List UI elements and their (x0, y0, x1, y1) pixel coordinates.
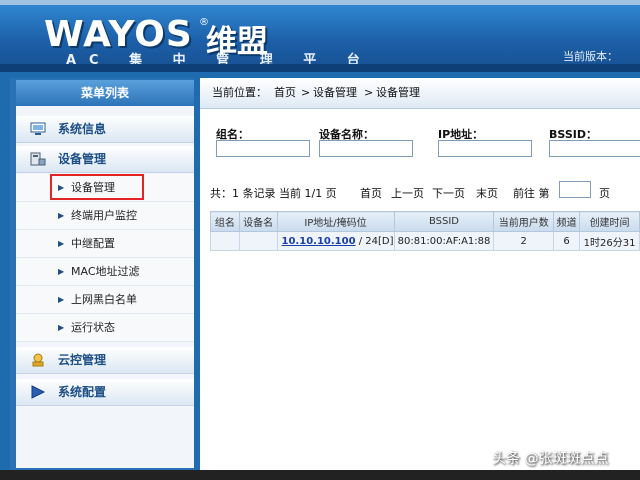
bottom-bar (0, 470, 640, 480)
sidebar-inner: 菜单列表 系统信息 设备管理 ▶ 设备管理 ▶ 终端用户监控 ▶ 中继配置 ▶ … (16, 80, 194, 468)
pager-prev-link[interactable]: 上一页 (391, 185, 424, 201)
column-header[interactable]: 当前用户数 (493, 211, 555, 232)
ip-mask: / 24[D] (355, 235, 394, 247)
pager-last-link[interactable]: 末页 (476, 185, 498, 201)
sidebar-item-run-status[interactable]: ▶ 运行状态 (16, 314, 194, 342)
column-header[interactable]: IP地址/掩码位 (276, 211, 395, 232)
pager-summary: 共：1 条记录 当前 1/1 页 (210, 187, 337, 200)
cell-created: 1时26分31 (579, 231, 640, 251)
column-header[interactable]: 组名 (210, 211, 240, 232)
sidebar-group-system-config[interactable]: 系统配置 (16, 379, 194, 406)
breadcrumb-separator: > (301, 86, 311, 99)
bullet-arrow-icon: ▶ (58, 211, 65, 220)
sidebar-item-mac-filter[interactable]: ▶ MAC地址过滤 (16, 258, 194, 286)
column-header[interactable]: 创建时间 (579, 211, 640, 232)
cell-group (210, 231, 240, 251)
sidebar-group-label: 设备管理 (58, 152, 107, 166)
sidebar-item-label: 中继配置 (71, 237, 115, 250)
cell-device (238, 231, 278, 251)
bullet-arrow-icon: ▶ (58, 295, 65, 304)
sidebar-item-label: 上网黑白名单 (71, 293, 137, 306)
sidebar: 菜单列表 系统信息 设备管理 ▶ 设备管理 ▶ 终端用户监控 ▶ 中继配置 ▶ … (10, 78, 194, 470)
device-manage-icon (30, 152, 46, 166)
breadcrumb-home[interactable]: 首页 (274, 78, 296, 108)
sidebar-group-label: 云控管理 (58, 353, 107, 367)
bssid-input[interactable] (549, 140, 640, 157)
breadcrumb-current: 设备管理 (376, 86, 420, 99)
bullet-arrow-icon: ▶ (58, 323, 65, 332)
pager-first-link[interactable]: 首页 (360, 185, 382, 201)
cloud-control-icon (32, 353, 44, 367)
sidebar-item-label: 运行状态 (71, 321, 115, 334)
pager-page-unit: 页 (599, 187, 610, 200)
cell-bssid: 80:81:00:AF:A1:88 (393, 231, 495, 251)
sidebar-item-access-list[interactable]: ▶ 上网黑白名单 (16, 286, 194, 314)
pager-goto-label: 前往 第 (513, 187, 550, 200)
bullet-arrow-icon: ▶ (58, 267, 65, 276)
sidebar-item-device-manage[interactable]: ▶ 设备管理 (16, 174, 194, 202)
bullet-arrow-icon: ▶ (58, 183, 65, 192)
sidebar-item-label: MAC地址过滤 (71, 265, 140, 278)
table-header-row: 组名 设备名 IP地址/掩码位 BSSID 当前用户数 频道 创建时间 (210, 211, 640, 232)
pager-page-input[interactable] (559, 181, 591, 198)
pager-next-link[interactable]: 下一页 (432, 185, 465, 201)
system-info-icon (30, 122, 46, 135)
column-header[interactable]: 频道 (553, 211, 581, 232)
breadcrumb: 当前位置： 首页 > 设备管理 > 设备管理 (200, 78, 640, 109)
sidebar-item-label: 设备管理 (71, 181, 115, 194)
bullet-arrow-icon: ▶ (58, 239, 65, 248)
column-header[interactable]: 设备名 (238, 211, 278, 232)
group-name-input[interactable] (216, 140, 310, 157)
sidebar-group-label: 系统配置 (58, 385, 107, 399)
breadcrumb-section[interactable]: 设备管理 (313, 78, 357, 108)
device-ip-link[interactable]: 10.10.10.100 (282, 236, 356, 247)
ip-address-input[interactable] (438, 140, 532, 157)
sidebar-group-device-manage[interactable]: 设备管理 (16, 146, 194, 173)
system-config-icon (31, 385, 46, 399)
cell-channel: 6 (553, 231, 581, 251)
cell-users: 2 (493, 231, 555, 251)
sidebar-item-terminal-monitor[interactable]: ▶ 终端用户监控 (16, 202, 194, 230)
breadcrumb-prefix: 当前位置： (212, 86, 267, 99)
cell-ip: 10.10.10.100 / 24[D] (276, 231, 395, 251)
platform-subtitle: AC 集 中 管 理 平 台 (66, 53, 373, 68)
column-header[interactable]: BSSID (393, 211, 495, 232)
sidebar-group-system-info[interactable]: 系统信息 (16, 116, 194, 143)
watermark: 头条 @张斑斑点点 (492, 451, 609, 467)
menu-list-title: 菜单列表 (16, 80, 194, 106)
table-row: 10.10.10.100 / 24[D] 80:81:00:AF:A1:88 2… (210, 231, 640, 251)
sidebar-group-label: 系统信息 (58, 122, 107, 136)
device-name-input[interactable] (319, 140, 413, 157)
breadcrumb-separator: > (364, 86, 374, 99)
sidebar-item-relay-config[interactable]: ▶ 中继配置 (16, 230, 194, 258)
version-label: 当前版本： (563, 50, 618, 63)
app-header: WAYOS ® 维盟 AC 集 中 管 理 平 台 当前版本： (0, 5, 640, 72)
sidebar-group-cloud-control[interactable]: 云控管理 (16, 347, 194, 374)
sidebar-item-label: 终端用户监控 (71, 209, 137, 222)
main-content: 当前位置： 首页 > 设备管理 > 设备管理 组名： 设备名称： IP地址： B… (200, 78, 640, 470)
device-table: 组名 设备名 IP地址/掩码位 BSSID 当前用户数 频道 创建时间 10.1… (210, 211, 640, 251)
